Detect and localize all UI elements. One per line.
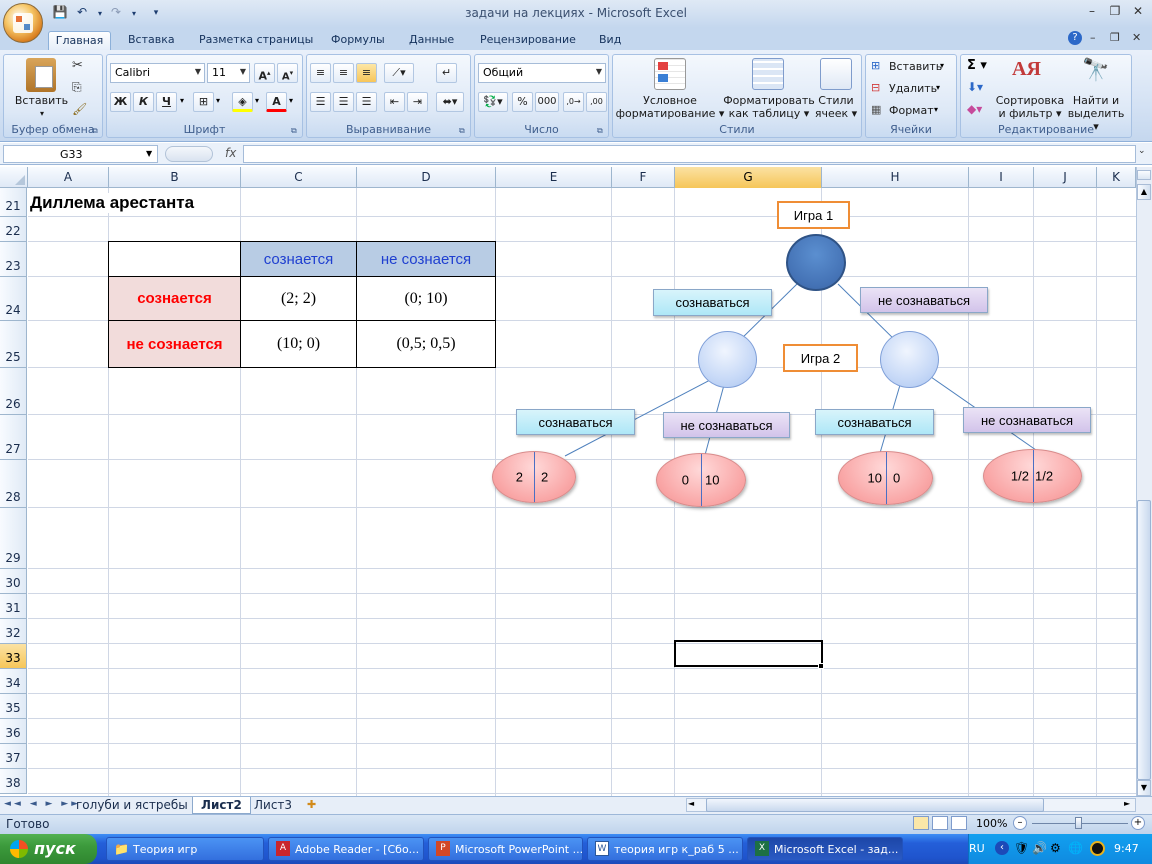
sheet-tab[interactable]: Лист3 [246, 797, 300, 814]
language-indicator[interactable]: RU [969, 842, 985, 855]
scroll-up-icon[interactable]: ▲ [1137, 184, 1151, 200]
root-node[interactable] [786, 234, 846, 291]
document-icon: W [595, 841, 609, 856]
branch-label[interactable]: сознаваться [653, 289, 772, 316]
zoom-in-icon[interactable]: + [1131, 816, 1145, 830]
scroll-thumb[interactable] [1137, 500, 1151, 780]
excel-icon: X [755, 841, 769, 856]
zoom-slider-thumb[interactable] [1075, 817, 1082, 829]
selected-cell-g33[interactable] [674, 640, 823, 667]
scroll-split-handle[interactable] [1137, 170, 1151, 180]
leaf-value-left: 1/2 [1010, 468, 1029, 484]
game1-label[interactable]: Игра 1 [777, 201, 850, 229]
scroll-right-icon[interactable]: ► [1124, 799, 1130, 808]
sheet-tab-active[interactable]: Лист2 [192, 797, 251, 814]
status-text: Готово [6, 817, 50, 831]
tray-app-icon[interactable]: 🛡 [1014, 841, 1029, 855]
tray-app-icon[interactable]: 🔊 [1032, 841, 1047, 855]
page-layout-view-icon[interactable] [932, 816, 948, 830]
normal-view-icon[interactable] [913, 816, 929, 830]
payoff-leaf[interactable]: 2 2 [492, 451, 576, 503]
zoom-out-icon[interactable]: – [1013, 816, 1027, 830]
taskbar-item[interactable]: Adobe Reader - [Сбо... [268, 837, 424, 861]
branch-label[interactable]: сознаваться [516, 409, 635, 435]
leaf-value-right: 2 [541, 469, 549, 485]
leaf-divider [1032, 450, 1034, 502]
tray-app-icon[interactable]: ⚙ [1050, 841, 1061, 855]
powerpoint-icon: P [436, 841, 450, 856]
taskbar-item-label: Adobe Reader - [Сбо... [295, 843, 420, 856]
leaf-divider [885, 452, 887, 504]
leaf-value-right: 0 [893, 470, 901, 486]
decision-node-left[interactable] [698, 331, 757, 388]
taskbar-item-label: Microsoft Excel - зад... [774, 843, 899, 856]
tray-app-icon[interactable] [1090, 841, 1105, 856]
hscroll-thumb[interactable] [706, 798, 1044, 812]
branch-label[interactable]: не сознаваться [663, 412, 790, 438]
taskbar-item-label: теория игр к_раб 5 ... [614, 843, 739, 856]
zoom-level[interactable]: 100% [976, 817, 1007, 830]
game2-label[interactable]: Игра 2 [783, 344, 858, 372]
payoff-leaf[interactable]: 0 10 [656, 453, 746, 507]
windows-logo-icon [10, 840, 28, 858]
taskbar-item[interactable]: Теория игр [106, 837, 264, 861]
taskbar-item[interactable]: теория игр к_раб 5 ... [587, 837, 743, 861]
branch-label[interactable]: сознаваться [815, 409, 934, 435]
folder-icon: 📁 [114, 842, 129, 856]
leaf-value-left: 2 [515, 469, 523, 485]
decision-node-right[interactable] [880, 331, 939, 388]
payoff-leaf[interactable]: 1/2 1/2 [983, 449, 1082, 503]
tray-expand-icon[interactable]: ‹ [995, 841, 1009, 855]
tray-app-icon[interactable]: 🌐 [1068, 841, 1083, 855]
leaf-value-left: 10 [867, 470, 882, 486]
clock: 9:47 [1114, 842, 1139, 855]
branch-label[interactable]: не сознаваться [860, 287, 988, 313]
leaf-divider [534, 452, 535, 502]
page-break-view-icon[interactable] [951, 816, 967, 830]
taskbar-item-label: Microsoft PowerPoint ... [455, 843, 583, 856]
leaf-divider [701, 454, 702, 506]
office-button[interactable] [3, 3, 43, 43]
taskbar-item-label: Теория игр [133, 843, 198, 856]
scroll-down-icon[interactable]: ▼ [1137, 780, 1151, 796]
adobe-reader-icon: A [276, 841, 290, 856]
insert-sheet-icon[interactable]: ✚ [307, 798, 316, 811]
taskbar-item-active[interactable]: Microsoft Excel - зад... [747, 837, 903, 861]
sheet-tab[interactable]: голуби и ястребы [68, 797, 196, 814]
branch-label[interactable]: не сознаваться [963, 407, 1091, 433]
taskbar-item[interactable]: Microsoft PowerPoint ... [428, 837, 583, 861]
fill-handle[interactable] [818, 663, 824, 669]
payoff-leaf[interactable]: 10 0 [838, 451, 933, 505]
leaf-value-right: 1/2 [1035, 468, 1054, 484]
start-label: пуск [34, 839, 76, 858]
leaf-value-left: 0 [681, 472, 689, 488]
scroll-left-icon[interactable]: ◄ [688, 799, 694, 808]
leaf-value-right: 10 [705, 472, 720, 488]
office-logo-icon [13, 13, 33, 33]
